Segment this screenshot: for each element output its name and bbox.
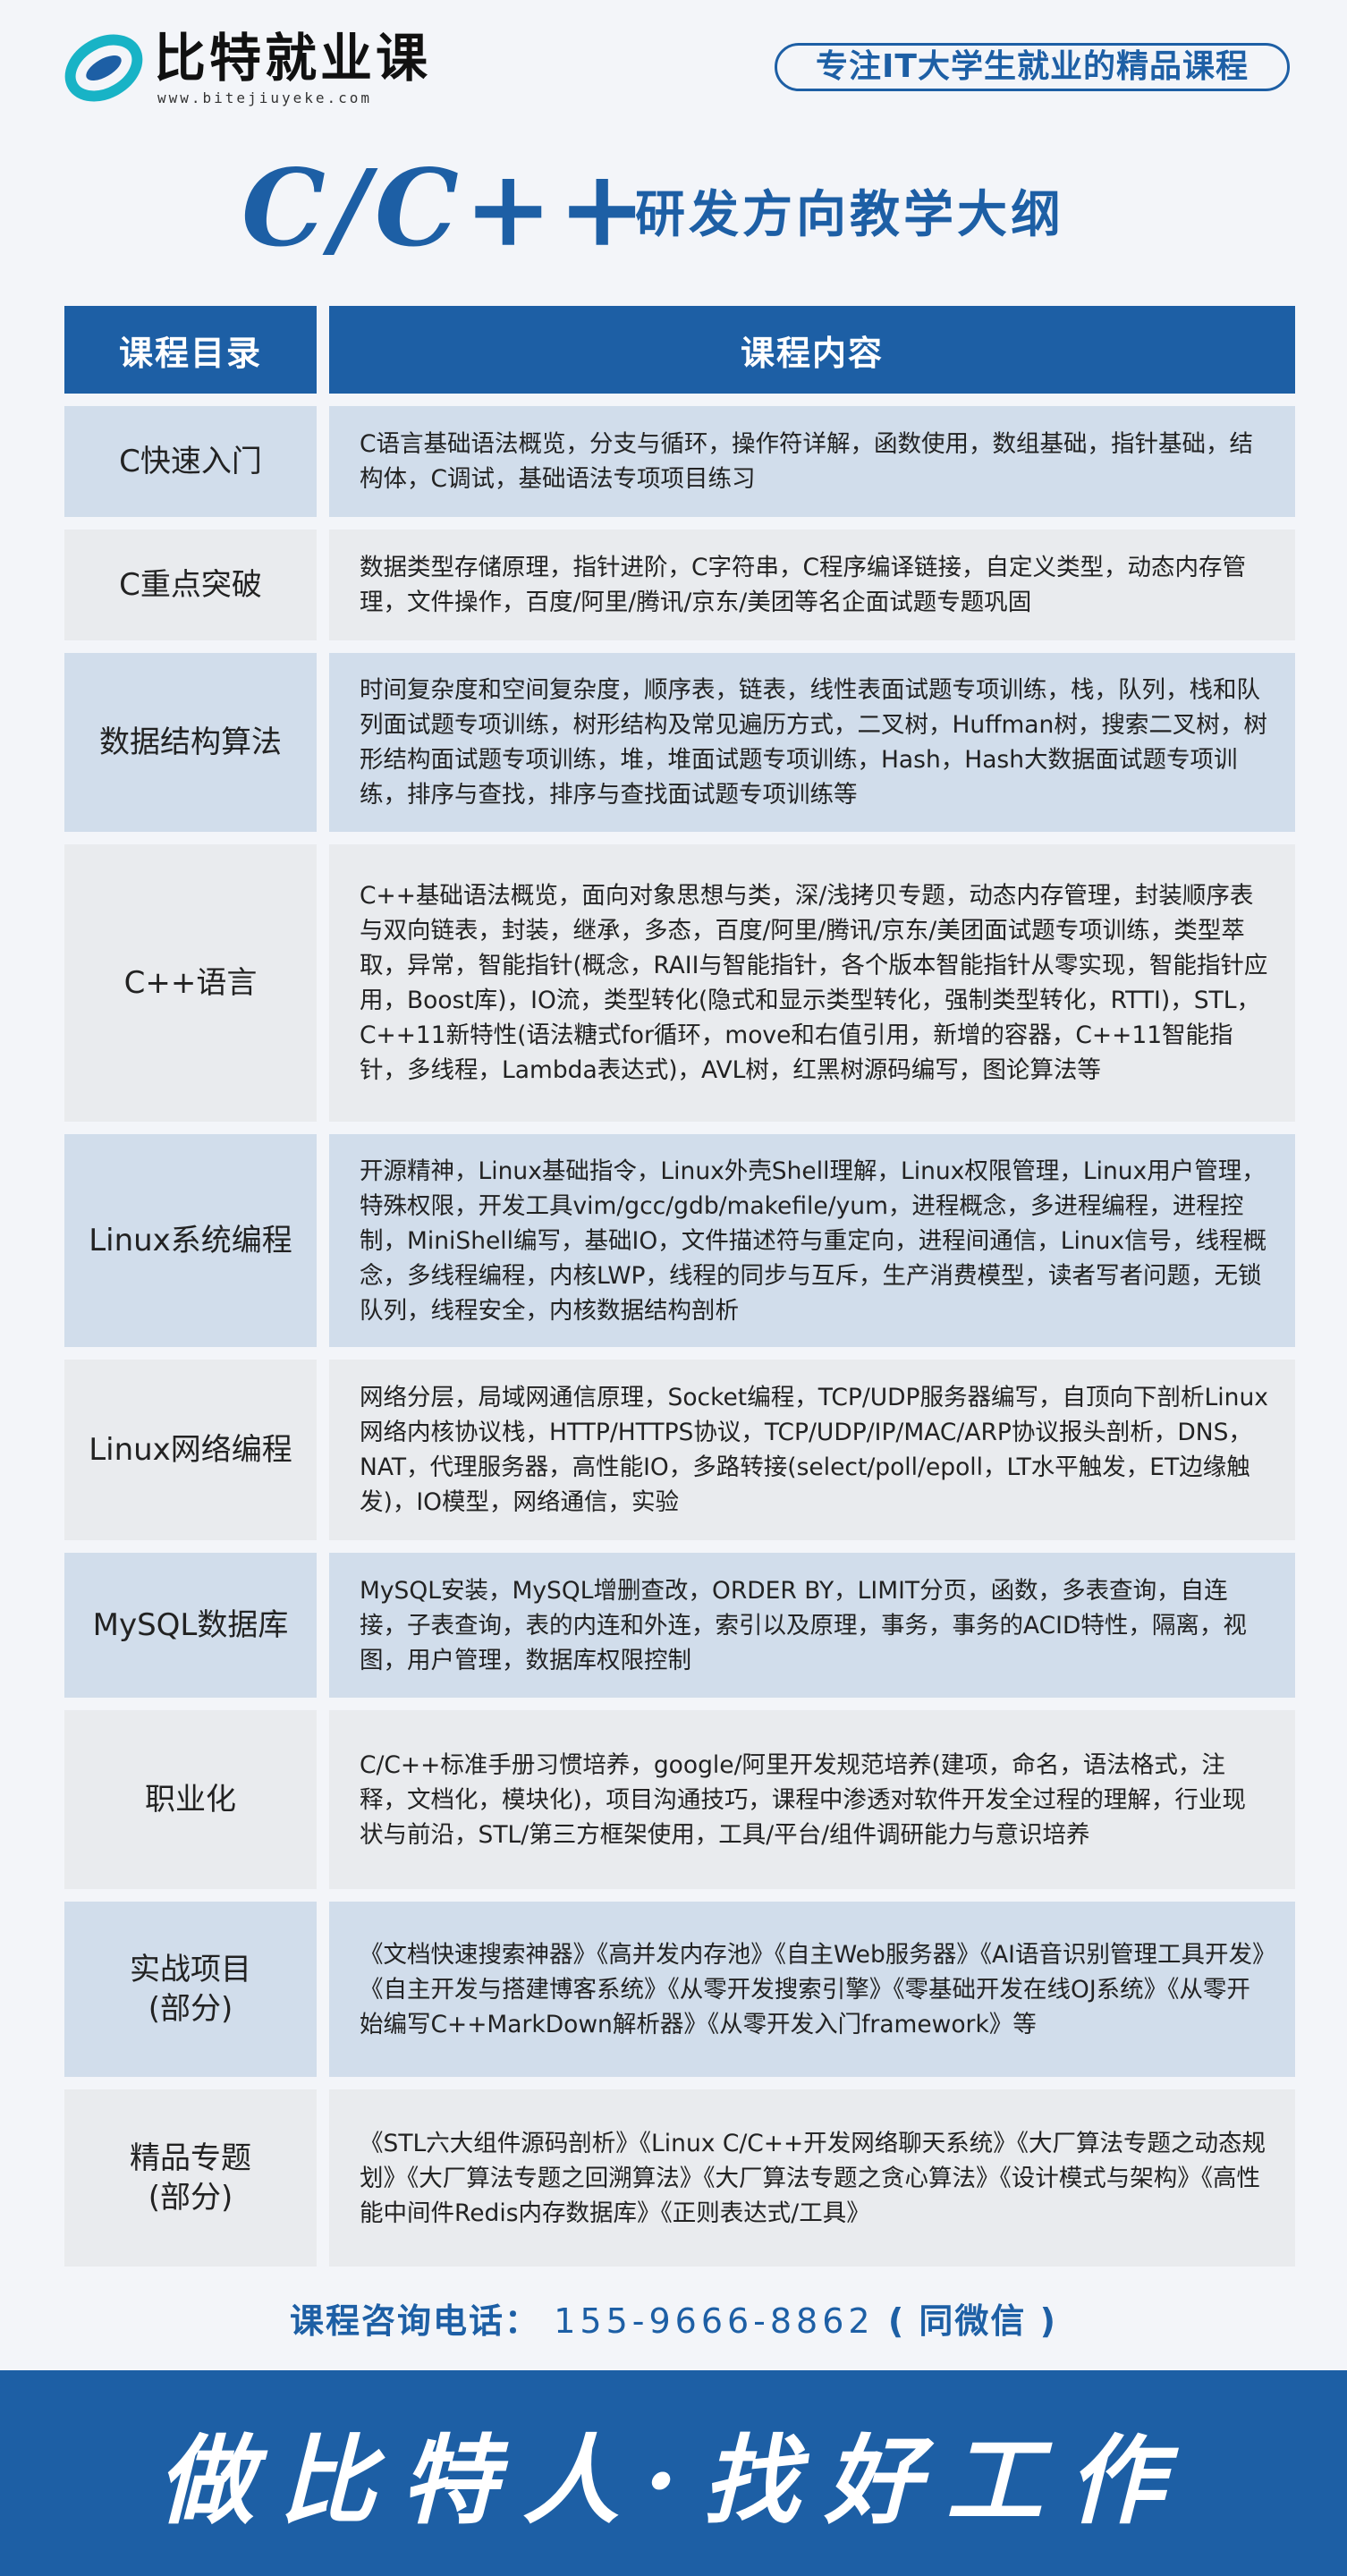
page-header: 比特就业课 www.bitejiuyeke.com 专注IT大学生就业的精品课程 — [0, 0, 1347, 125]
table-row: Linux网络编程 网络分层，局域网通信原理，Socket编程，TCP/UDP服… — [64, 1360, 1295, 1540]
row-content: MySQL安装，MySQL增删查改，ORDER BY，LIMIT分页，函数，多表… — [329, 1553, 1295, 1698]
brand-logo-icon — [64, 34, 143, 102]
row-category: 数据结构算法 — [64, 653, 317, 832]
row-content: 开源精神，Linux基础指令，Linux外壳Shell理解，Linux权限管理，… — [329, 1134, 1295, 1347]
table-row: 精品专题 (部分) 《STL六大组件源码剖析》《Linux C/C++开发网络聊… — [64, 2089, 1295, 2267]
row-content: C语言基础语法概览，分支与循环，操作符详解，函数使用，数组基础，指针基础，结构体… — [329, 406, 1295, 517]
row-category: C重点突破 — [64, 530, 317, 640]
table-row: 数据结构算法 时间复杂度和空间复杂度，顺序表，链表，线性表面试题专项训练，栈，队… — [64, 653, 1295, 832]
contact-label: 课程咨询电话： — [289, 2301, 540, 2341]
contact-note: ( 同微信 ) — [887, 2301, 1058, 2341]
table-row: Linux系统编程 开源精神，Linux基础指令，Linux外壳Shell理解，… — [64, 1134, 1295, 1347]
table-row: C快速入门 C语言基础语法概览，分支与循环，操作符详解，函数使用，数组基础，指针… — [64, 406, 1295, 517]
row-content: 网络分层，局域网通信原理，Socket编程，TCP/UDP服务器编写，自顶向下剖… — [329, 1360, 1295, 1540]
row-content: C/C++标准手册习惯培养，google/阿里开发规范培养(建项，命名，语法格式… — [329, 1710, 1295, 1889]
contact-line: 课程咨询电话： 155-9666-8862 ( 同微信 ) — [0, 2293, 1347, 2343]
brand-url: www.bitejiuyeke.com — [157, 89, 373, 106]
row-category: Linux网络编程 — [64, 1360, 317, 1540]
row-category: C快速入门 — [64, 406, 317, 517]
row-category: C++语言 — [64, 844, 317, 1122]
page-title-main: C/C++ — [241, 146, 652, 270]
table-row: C++语言 C++基础语法概览，面向对象思想与类，深/浅拷贝专题，动态内存管理，… — [64, 844, 1295, 1122]
brand-name: 比特就业课 — [154, 28, 432, 89]
brand-slogan: 专注IT大学生就业的精品课程 — [775, 43, 1290, 91]
row-content: C++基础语法概览，面向对象思想与类，深/浅拷贝专题，动态内存管理，封装顺序表与… — [329, 844, 1295, 1122]
row-content: 时间复杂度和空间复杂度，顺序表，链表，线性表面试题专项训练，栈，队列，栈和队列面… — [329, 653, 1295, 832]
row-content: 《STL六大组件源码剖析》《Linux C/C++开发网络聊天系统》《大厂算法专… — [329, 2089, 1295, 2267]
table-row: 职业化 C/C++标准手册习惯培养，google/阿里开发规范培养(建项，命名，… — [64, 1710, 1295, 1889]
header-category: 课程目录 — [64, 306, 317, 394]
table-header: 课程目录 课程内容 — [64, 306, 1295, 394]
row-category: Linux系统编程 — [64, 1134, 317, 1347]
row-category: 实战项目 (部分) — [64, 1902, 317, 2077]
row-content: 《文档快速搜索神器》《高并发内存池》《自主Web服务器》《AI语音识别管理工具开… — [329, 1902, 1295, 2077]
header-content: 课程内容 — [329, 306, 1295, 394]
footer-slogan: 做比特人·找好工作 — [157, 2425, 1190, 2538]
contact-phone: 155-9666-8862 — [554, 2301, 875, 2341]
page-title-sub: 研发方向教学大纲 — [635, 186, 1064, 244]
row-category: 精品专题 (部分) — [64, 2089, 317, 2267]
table-row: C重点突破 数据类型存储原理，指针进阶，C字符串，C程序编译链接，自定义类型，动… — [64, 530, 1295, 640]
row-category: 职业化 — [64, 1710, 317, 1889]
table-row: 实战项目 (部分) 《文档快速搜索神器》《高并发内存池》《自主Web服务器》《A… — [64, 1902, 1295, 2077]
footer-banner: 做比特人·找好工作 — [0, 2370, 1347, 2576]
row-content: 数据类型存储原理，指针进阶，C字符串，C程序编译链接，自定义类型，动态内存管理，… — [329, 530, 1295, 640]
row-category: MySQL数据库 — [64, 1553, 317, 1698]
table-row: MySQL数据库 MySQL安装，MySQL增删查改，ORDER BY，LIMI… — [64, 1553, 1295, 1698]
syllabus-table: 课程目录 课程内容 C快速入门 C语言基础语法概览，分支与循环，操作符详解，函数… — [64, 306, 1295, 2279]
